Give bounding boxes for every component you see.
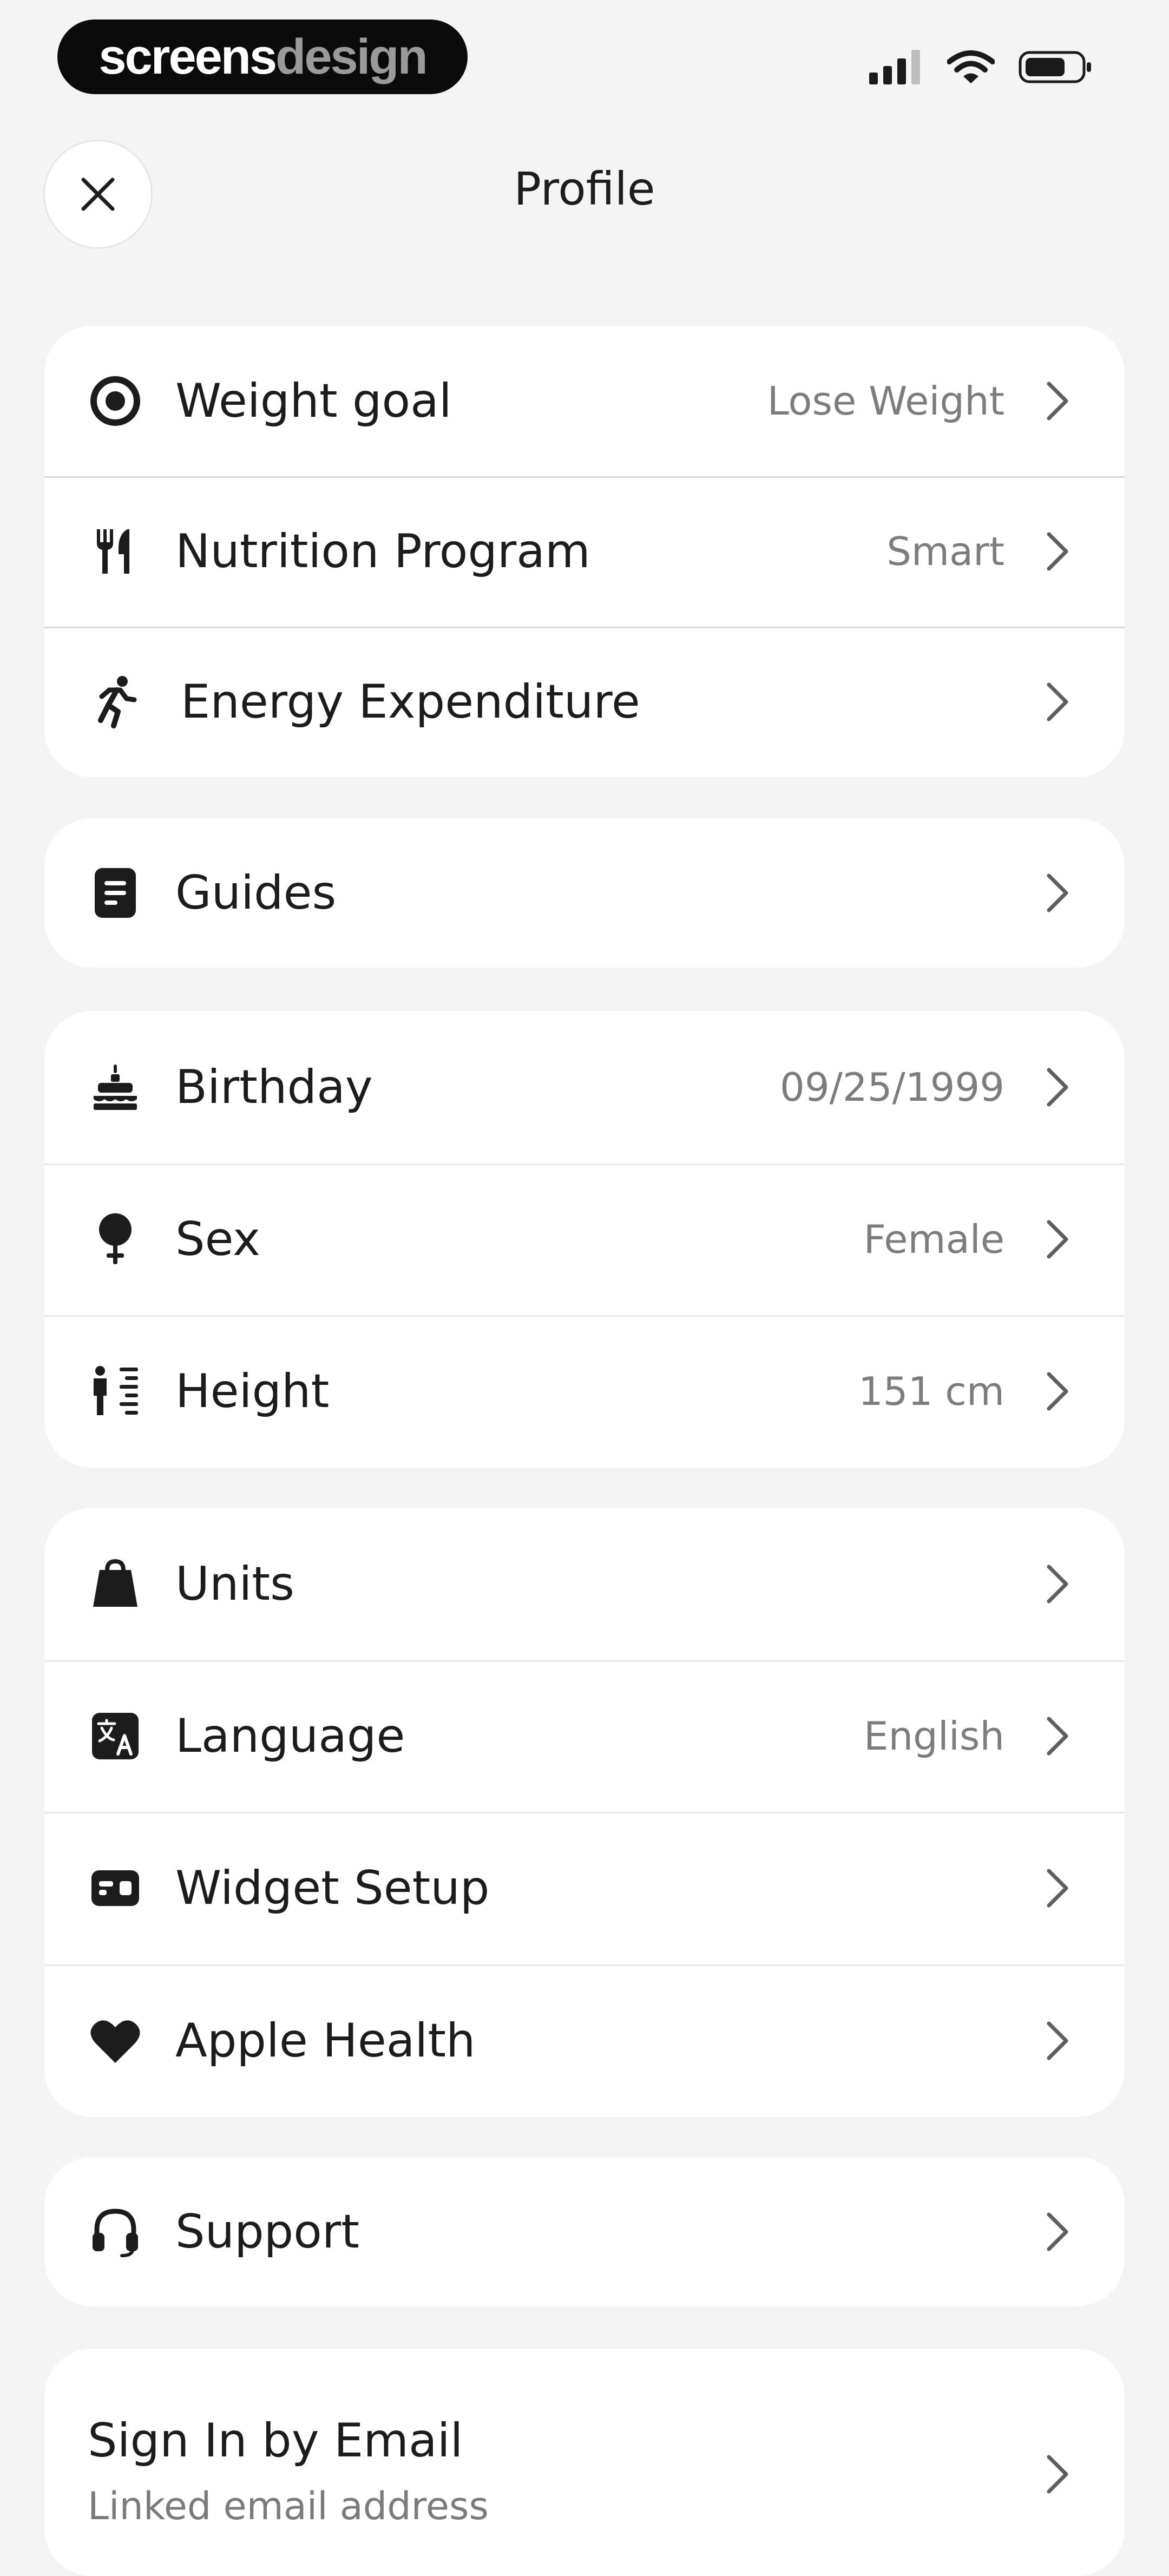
page-title: Profile xyxy=(514,162,655,215)
weight-bag-icon xyxy=(86,1554,145,1614)
utensils-icon xyxy=(86,522,145,581)
widget-icon xyxy=(86,1858,145,1918)
height-label: Height xyxy=(175,1364,330,1418)
guides-card: Guides xyxy=(44,818,1125,968)
apple-health-label: Apple Health xyxy=(175,2014,476,2068)
weight-goal-label: Weight goal xyxy=(175,374,452,428)
sex-row[interactable]: Sex Female xyxy=(44,1164,1125,1315)
guides-label: Guides xyxy=(175,866,337,920)
chevron-right-icon xyxy=(1047,873,1068,912)
birthday-label: Birthday xyxy=(175,1060,373,1114)
header: Profile xyxy=(0,135,1169,249)
weight-goal-row[interactable]: Weight goal Lose Weight xyxy=(44,326,1125,476)
language-row[interactable]: Language English xyxy=(44,1660,1125,1812)
sex-label: Sex xyxy=(175,1212,260,1266)
battery-icon xyxy=(1019,51,1091,83)
support-label: Support xyxy=(175,2205,359,2259)
language-label: Language xyxy=(175,1709,405,1763)
chevron-right-icon xyxy=(1047,1869,1068,1908)
guides-row[interactable]: Guides xyxy=(44,818,1125,968)
translate-icon xyxy=(86,1706,145,1766)
weight-goal-value: Lose Weight xyxy=(767,378,1004,424)
female-symbol-icon xyxy=(86,1210,145,1269)
chevron-right-icon xyxy=(1047,682,1068,721)
sign-in-email-row[interactable]: Sign In by Email Linked email address xyxy=(44,2349,1125,2576)
chevron-right-icon xyxy=(1047,532,1068,571)
cellular-signal-icon xyxy=(869,50,920,84)
status-bar: screens design xyxy=(0,0,1169,103)
status-icons xyxy=(869,48,1093,87)
sign-in-label: Sign In by Email xyxy=(88,2414,463,2468)
cake-icon xyxy=(86,1057,145,1117)
settings-card: Units Language English Widget Setup Appl… xyxy=(44,1508,1125,2117)
logo-text-design: design xyxy=(275,29,428,84)
language-value: English xyxy=(864,1713,1004,1759)
units-row[interactable]: Units xyxy=(44,1508,1125,1660)
chevron-right-icon xyxy=(1047,1565,1068,1604)
sex-value: Female xyxy=(863,1217,1004,1262)
heart-icon xyxy=(86,2011,145,2071)
chevron-right-icon xyxy=(1047,1220,1068,1259)
chevron-right-icon xyxy=(1047,1068,1068,1107)
height-value: 151 cm xyxy=(858,1369,1004,1414)
nutrition-program-row[interactable]: Nutrition Program Smart xyxy=(44,476,1125,627)
apple-health-row[interactable]: Apple Health xyxy=(44,1964,1125,2117)
energy-expenditure-row[interactable]: Energy Expenditure xyxy=(44,627,1125,777)
wifi-icon xyxy=(947,50,995,83)
birthday-row[interactable]: Birthday 09/25/1999 xyxy=(44,1011,1125,1164)
chevron-right-icon xyxy=(1047,2021,1068,2060)
height-ruler-icon xyxy=(86,1362,145,1421)
chevron-right-icon xyxy=(1047,2212,1068,2251)
document-icon xyxy=(86,863,145,923)
support-card: Support xyxy=(44,2157,1125,2306)
units-label: Units xyxy=(175,1557,294,1611)
energy-expenditure-label: Energy Expenditure xyxy=(181,675,640,729)
target-icon xyxy=(86,371,145,431)
sign-in-subtitle: Linked email address xyxy=(88,2484,489,2528)
chevron-right-icon xyxy=(1047,1372,1068,1411)
personal-info-card: Birthday 09/25/1999 Sex Female Height 15… xyxy=(44,1011,1125,1468)
screensdesign-logo: screens design xyxy=(57,19,468,94)
logo-text-screens: screens xyxy=(98,29,277,84)
chevron-right-icon xyxy=(1047,2455,1068,2494)
goals-card: Weight goal Lose Weight Nutrition Progra… xyxy=(44,326,1125,777)
support-row[interactable]: Support xyxy=(44,2157,1125,2306)
chevron-right-icon xyxy=(1047,1717,1068,1756)
birthday-value: 09/25/1999 xyxy=(780,1064,1004,1110)
widget-setup-label: Widget Setup xyxy=(175,1861,490,1915)
nutrition-program-value: Smart xyxy=(886,529,1004,574)
sign-in-card: Sign In by Email Linked email address xyxy=(44,2349,1125,2576)
running-person-icon xyxy=(86,672,145,732)
nutrition-program-label: Nutrition Program xyxy=(175,524,590,579)
height-row[interactable]: Height 151 cm xyxy=(44,1315,1125,1468)
chevron-right-icon xyxy=(1047,382,1068,420)
headphones-icon xyxy=(86,2202,145,2262)
widget-setup-row[interactable]: Widget Setup xyxy=(44,1812,1125,1964)
